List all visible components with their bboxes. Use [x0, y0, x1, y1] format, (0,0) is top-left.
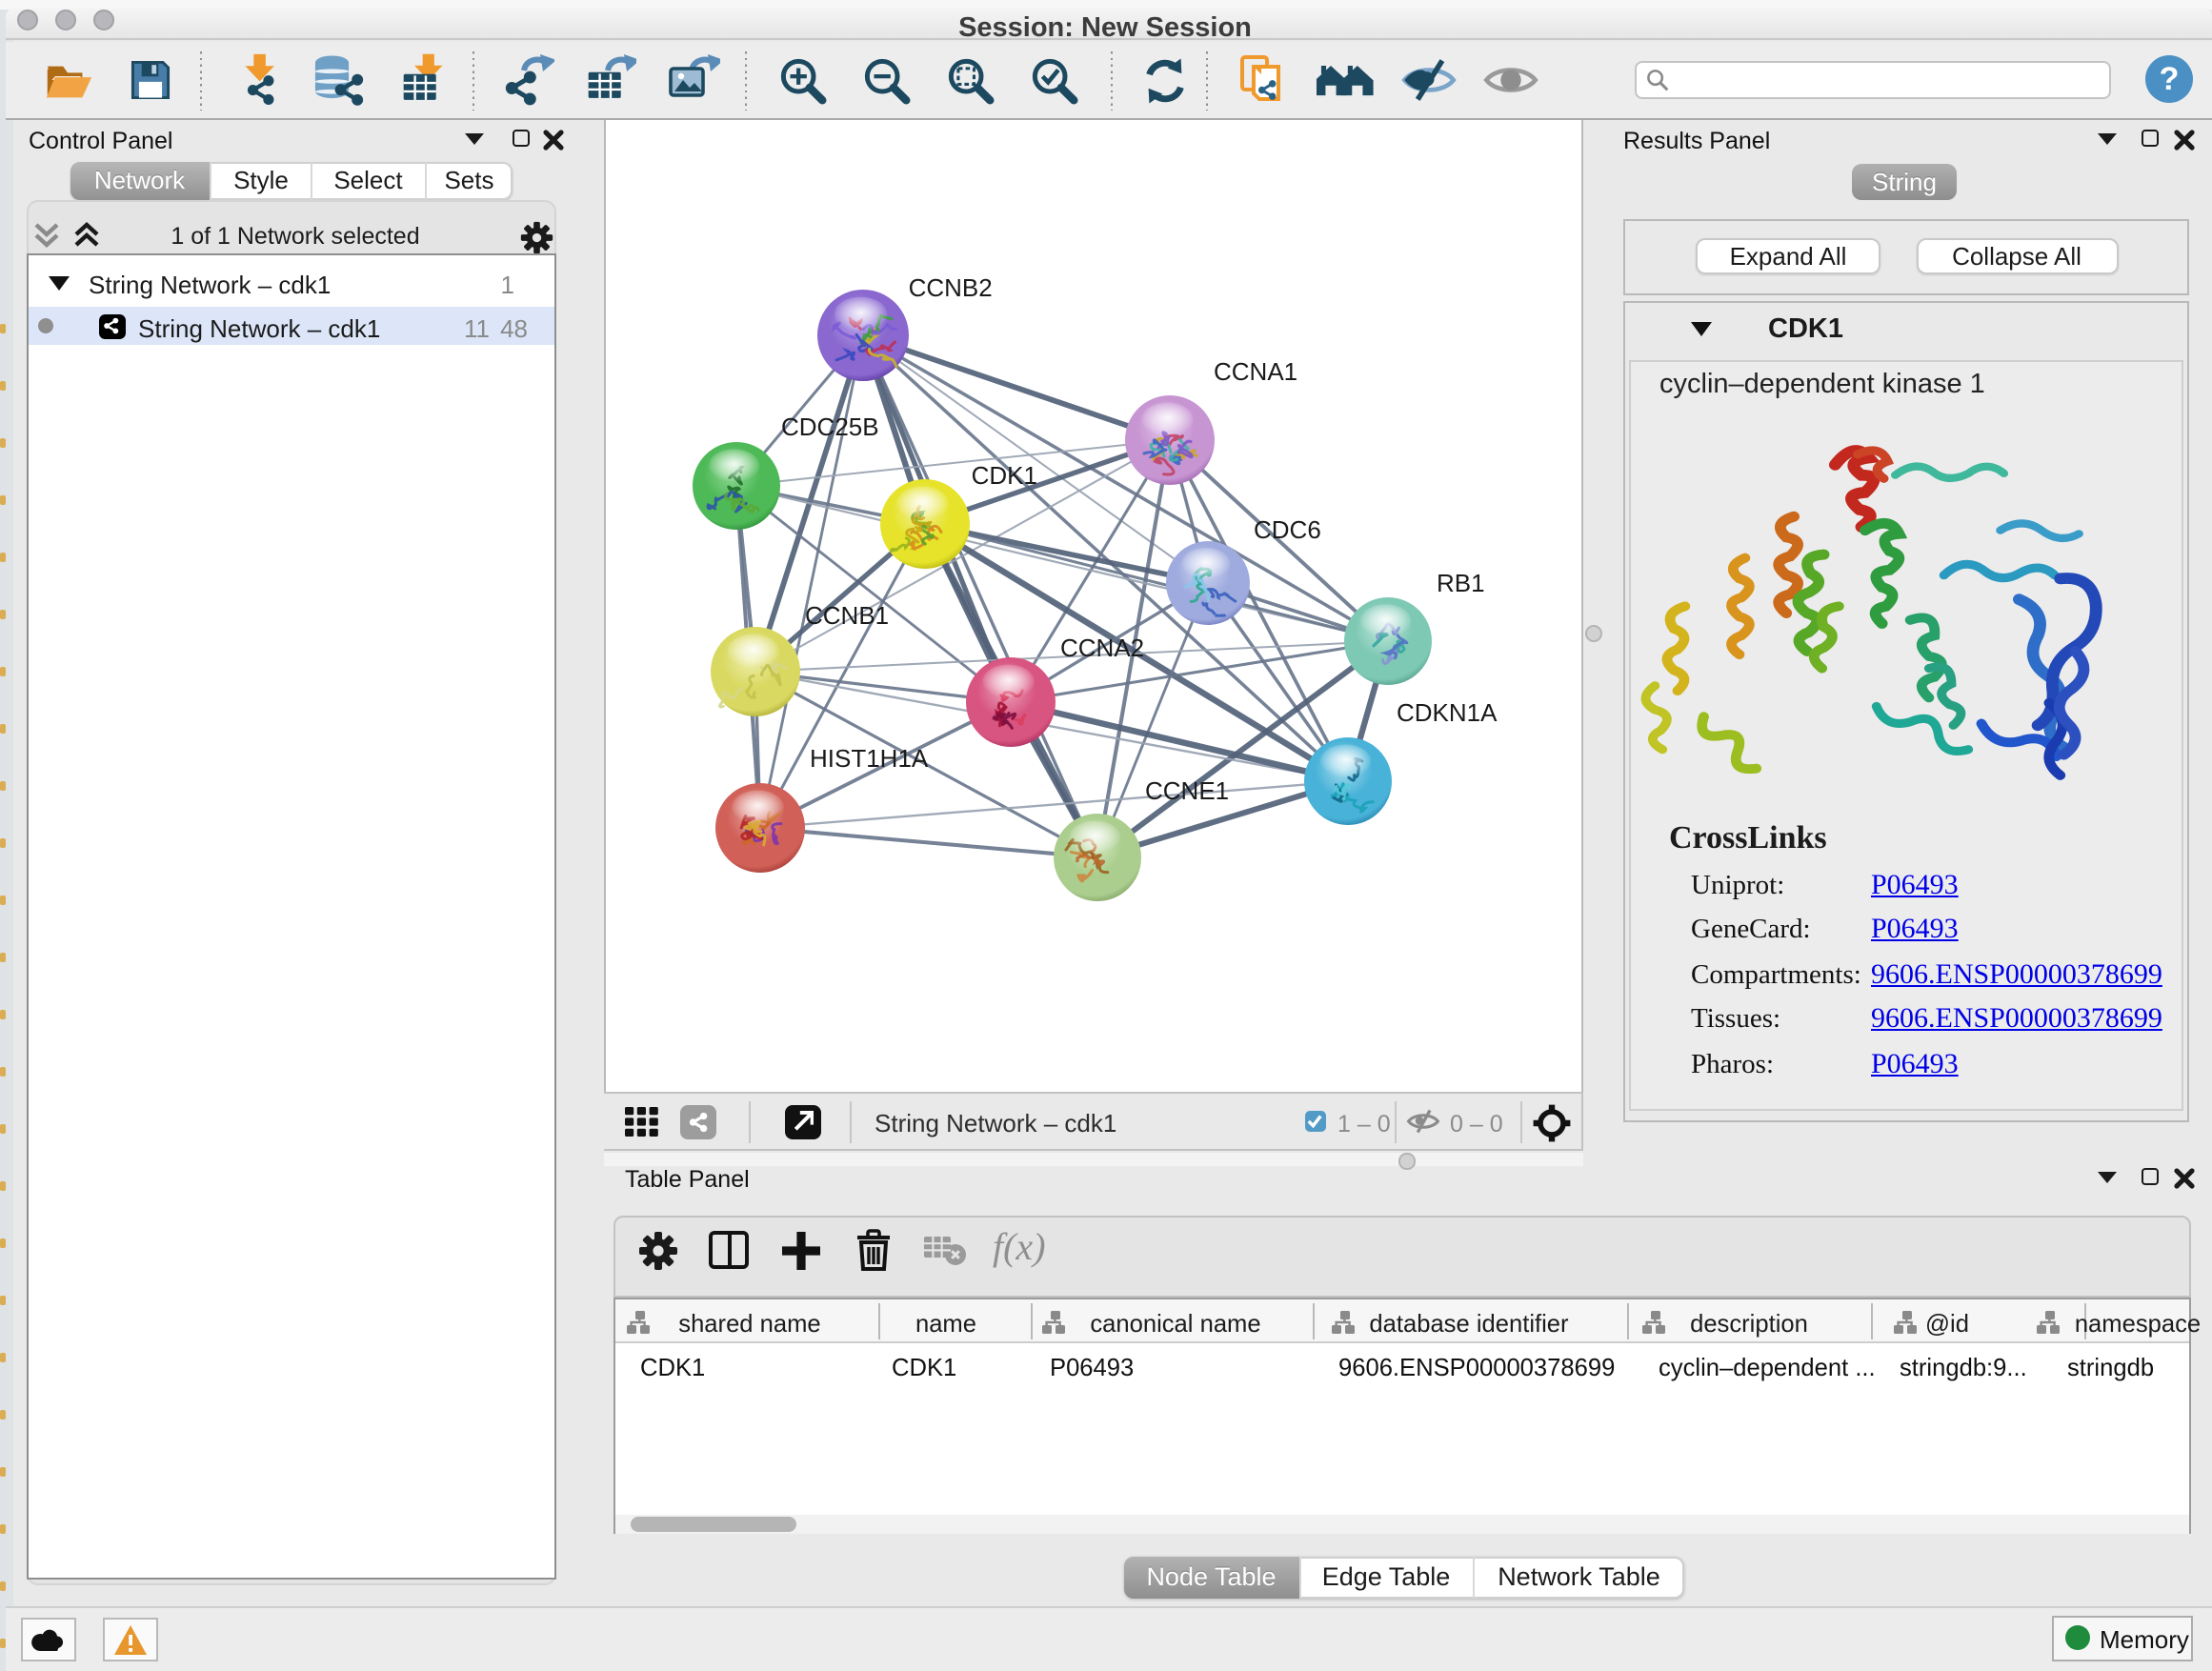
- svg-text:CDC25B: CDC25B: [780, 412, 878, 440]
- svg-text:RB1: RB1: [1436, 568, 1484, 596]
- svg-text:CCNA2: CCNA2: [1059, 633, 1143, 661]
- svg-text:CCNB1: CCNB1: [804, 600, 888, 629]
- svg-text:CDC6: CDC6: [1253, 514, 1320, 543]
- svg-text:CDKN1A: CDKN1A: [1396, 697, 1497, 726]
- svg-text:HIST1H1A: HIST1H1A: [809, 743, 928, 772]
- svg-text:CDK1: CDK1: [971, 460, 1036, 489]
- svg-text:CCNE1: CCNE1: [1144, 775, 1228, 804]
- svg-text:CCNB2: CCNB2: [908, 272, 992, 301]
- svg-text:CCNA1: CCNA1: [1213, 356, 1297, 385]
